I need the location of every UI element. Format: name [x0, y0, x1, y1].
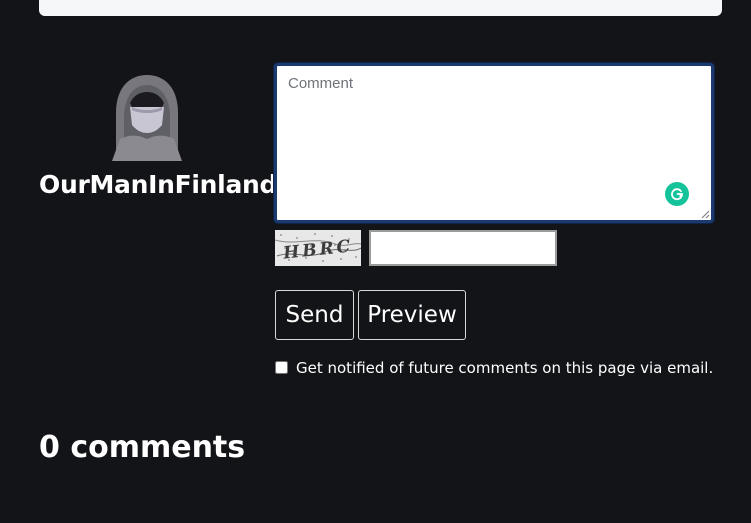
- comment-textarea[interactable]: [277, 66, 711, 220]
- captcha-image: HBRC: [275, 230, 361, 266]
- notify-label: Get notified of future comments on this …: [296, 359, 714, 377]
- captcha-input[interactable]: [369, 230, 557, 266]
- comment-section: OurManInFinland HBRC: [0, 0, 751, 523]
- hooded-figure-avatar-icon: [112, 73, 182, 161]
- grammarly-icon[interactable]: [665, 182, 689, 206]
- preview-button[interactable]: Preview: [358, 290, 466, 340]
- previous-content-box: [39, 0, 722, 16]
- comment-author-name: OurManInFinland: [39, 170, 278, 199]
- notify-option[interactable]: Get notified of future comments on this …: [275, 358, 714, 377]
- comment-textarea-wrapper: [274, 63, 714, 223]
- comments-count-heading: 0 comments: [39, 430, 246, 465]
- resize-grip-icon[interactable]: [700, 209, 710, 219]
- notify-checkbox[interactable]: [275, 360, 288, 374]
- send-button[interactable]: Send: [275, 290, 354, 340]
